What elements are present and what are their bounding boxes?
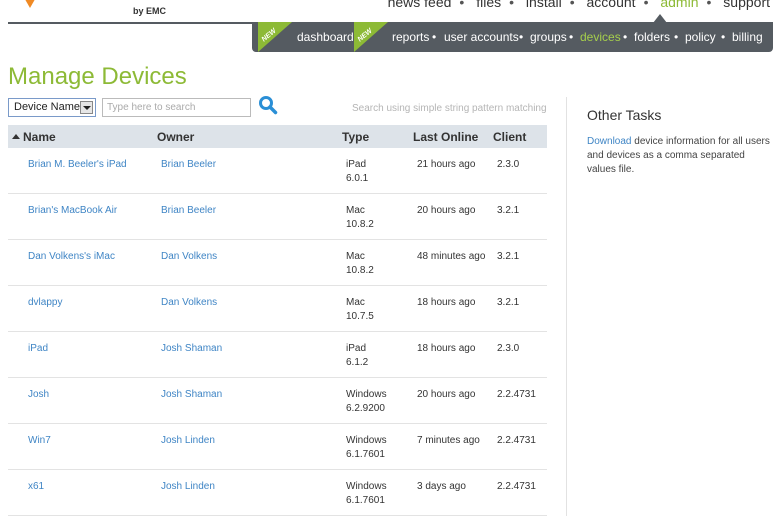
subnav-user-accounts[interactable]: user accounts [444, 30, 519, 44]
nav-files[interactable]: files [476, 0, 501, 10]
nav-admin[interactable]: admin [660, 0, 698, 10]
device-name-link[interactable]: Win7 [28, 434, 51, 448]
search-hint: Search using simple string pattern match… [352, 103, 547, 114]
last-online: 18 hours ago [417, 297, 476, 308]
admin-sub-nav: NEW dashboard NEW reports • user account… [252, 22, 773, 52]
table-row: Brian M. Beeler's iPad Brian Beeler iPad… [8, 148, 547, 194]
table-header: Name Owner Type Last Online Client [8, 125, 547, 148]
owner-link[interactable]: Josh Shaman [161, 342, 222, 356]
last-online: 48 minutes ago [417, 251, 486, 262]
subnav-devices[interactable]: devices [580, 30, 621, 44]
page-title: Manage Devices [8, 63, 187, 90]
subnav-folders[interactable]: folders [634, 30, 670, 44]
sidebar-divider [566, 97, 567, 516]
last-online: 20 hours ago [417, 389, 476, 400]
last-online: 7 minutes ago [417, 435, 480, 446]
device-type: iPad 6.0.1 [346, 159, 369, 184]
subnav-groups[interactable]: groups [530, 30, 567, 44]
device-type: Mac 10.8.2 [346, 251, 374, 276]
client-version: 3.2.1 [497, 205, 520, 216]
owner-link[interactable]: Brian Beeler [161, 204, 216, 218]
search-icon[interactable] [258, 95, 278, 115]
owner-link[interactable]: Dan Volkens [161, 296, 217, 310]
table-row: dvlappy Dan Volkens Mac 10.7.5 18 hours a… [8, 286, 547, 332]
device-name-link[interactable]: Dan Volkens's iMac [28, 250, 115, 264]
other-tasks-text: Download device information for all user… [587, 135, 775, 177]
table-row: Dan Volkens's iMac Dan Volkens Mac 10.8.2… [8, 240, 547, 286]
device-table-body: Brian M. Beeler's iPad Brian Beeler iPad… [8, 148, 547, 516]
owner-link[interactable]: Josh Linden [161, 434, 215, 448]
column-header-owner[interactable]: Owner [157, 130, 194, 144]
search-input[interactable] [102, 98, 251, 117]
column-header-client[interactable]: Client [493, 130, 526, 144]
owner-link[interactable]: Dan Volkens [161, 250, 217, 264]
last-online: 3 days ago [417, 481, 466, 492]
device-name-link[interactable]: Brian M. Beeler's iPad [28, 158, 127, 172]
logo-byline: by EMC [133, 6, 167, 16]
device-name-link[interactable]: x61 [28, 480, 44, 494]
client-version: 2.3.0 [497, 159, 520, 170]
device-type: Windows 6.1.7601 [346, 481, 387, 506]
logo-wordmark [44, 0, 130, 14]
subnav-billing[interactable]: billing [732, 30, 763, 44]
last-online: 21 hours ago [417, 159, 476, 170]
download-link[interactable]: Download [587, 136, 631, 147]
device-name-link[interactable]: dvlappy [28, 296, 62, 310]
subnav-dashboard[interactable]: dashboard [297, 30, 354, 44]
client-version: 3.2.1 [497, 251, 520, 262]
device-name-link[interactable]: Josh [28, 388, 49, 402]
client-version: 2.3.0 [497, 343, 520, 354]
nav-account[interactable]: account [587, 0, 636, 10]
search-field-select[interactable]: Device Name [8, 98, 96, 117]
table-row: Brian's MacBook Air Brian Beeler Mac 10.8… [8, 194, 547, 240]
device-name-link[interactable]: iPad [28, 342, 48, 356]
column-header-name[interactable]: Name [12, 130, 56, 144]
nav-install[interactable]: install [526, 0, 562, 10]
table-row: iPad Josh Shaman iPad 6.1.2 18 hours ago … [8, 332, 547, 378]
client-version: 2.2.4731 [497, 435, 536, 446]
other-tasks-title: Other Tasks [587, 107, 662, 123]
device-type: Windows 6.2.9200 [346, 389, 387, 414]
last-online: 20 hours ago [417, 205, 476, 216]
table-row: x61 Josh Linden Windows 6.1.7601 3 days a… [8, 470, 547, 516]
new-badge-reports: NEW [354, 22, 388, 52]
client-version: 2.2.4731 [497, 481, 536, 492]
device-name-link[interactable]: Brian's MacBook Air [28, 204, 117, 218]
syncplicity-logo-icon[interactable] [22, 0, 38, 8]
owner-link[interactable]: Josh Linden [161, 480, 215, 494]
last-online: 18 hours ago [417, 343, 476, 354]
client-version: 3.2.1 [497, 297, 520, 308]
new-badge-dashboard: NEW [258, 22, 292, 52]
top-nav: news feed • files • install • account • admi… [386, 0, 772, 10]
subnav-reports[interactable]: reports [392, 30, 429, 44]
client-version: 2.2.4731 [497, 389, 536, 400]
column-header-type[interactable]: Type [342, 130, 369, 144]
table-row: Josh Josh Shaman Windows 6.2.9200 20 hour… [8, 378, 547, 424]
search-field-value: Device Name [14, 101, 81, 113]
subnav-policy[interactable]: policy [685, 30, 716, 44]
device-type: Mac 10.7.5 [346, 297, 374, 322]
owner-link[interactable]: Brian Beeler [161, 158, 216, 172]
device-type: Mac 10.8.2 [346, 205, 374, 230]
nav-support[interactable]: support [723, 0, 770, 10]
owner-link[interactable]: Josh Shaman [161, 388, 222, 402]
nav-news-feed[interactable]: news feed [388, 0, 452, 10]
chevron-down-icon[interactable] [80, 101, 93, 114]
table-row: Win7 Josh Linden Windows 6.1.7601 7 minut… [8, 424, 547, 470]
device-type: iPad 6.1.2 [346, 343, 369, 368]
column-header-last-online[interactable]: Last Online [413, 130, 478, 144]
sort-ascending-icon [12, 134, 20, 139]
device-type: Windows 6.1.7601 [346, 435, 387, 460]
